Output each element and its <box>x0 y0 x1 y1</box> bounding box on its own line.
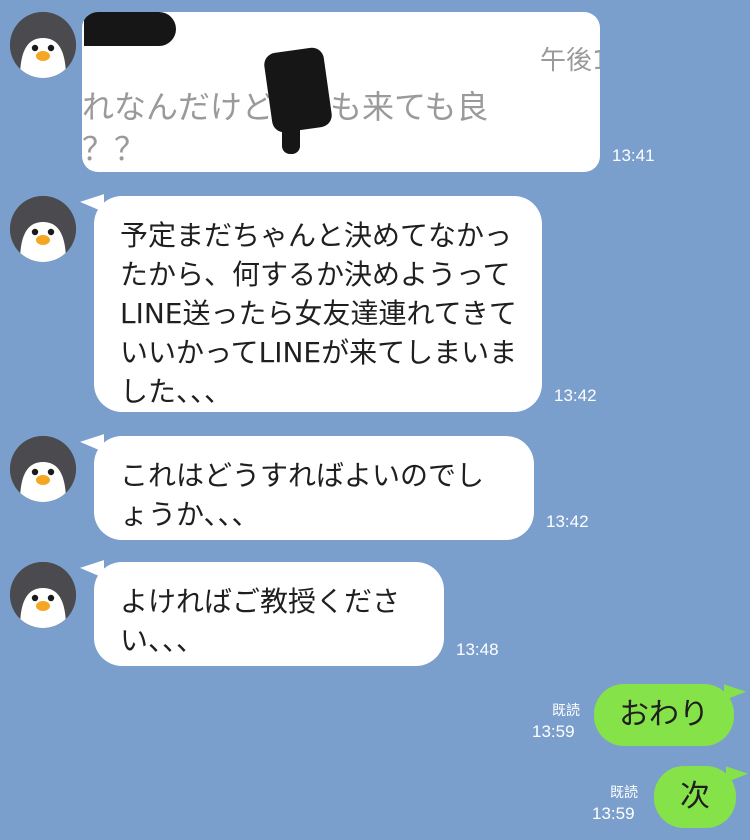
penguin-avatar-icon[interactable] <box>10 562 76 628</box>
timestamp: 13:48 <box>456 640 499 659</box>
penguin-avatar-icon[interactable] <box>10 12 76 78</box>
quoted-time: 午後1 <box>540 46 600 76</box>
redaction-mark <box>282 108 300 154</box>
message-bubble[interactable]: これはどうすればよいのでしょうか、、、 <box>94 436 534 540</box>
message-bubble[interactable]: 予定まだちゃんと決めてなかったから、何するか決めようってLINE送ったら女友達連… <box>94 196 542 412</box>
read-receipt: 既読 <box>610 784 638 800</box>
redaction-mark <box>84 12 176 46</box>
timestamp: 13:42 <box>546 512 589 531</box>
outgoing-message-bubble[interactable]: おわり <box>594 684 734 746</box>
message-text: これはどうすればよいのでしょうか、、、 <box>120 459 485 531</box>
quoted-image-message[interactable]: 午後1 れなんだけど、 も来ても良 ？？ <box>82 12 600 172</box>
quoted-line-1-suffix: も来ても良 <box>330 88 489 126</box>
timestamp: 13:59 <box>532 722 575 741</box>
read-receipt: 既読 <box>552 702 580 718</box>
timestamp: 13:42 <box>554 386 597 405</box>
message-text: 次 <box>680 779 710 814</box>
timestamp: 13:59 <box>592 804 635 823</box>
quoted-line-2: ？？ <box>82 130 147 168</box>
penguin-avatar-icon[interactable] <box>10 436 76 502</box>
outgoing-message-bubble[interactable]: 次 <box>654 766 736 828</box>
message-text: おわり <box>619 697 709 732</box>
penguin-avatar-icon[interactable] <box>10 196 76 262</box>
message-text: よければご教授ください、、、 <box>120 585 401 657</box>
message-text: 予定まだちゃんと決めてなかったから、何するか決めようってLINE送ったら女友達連… <box>120 219 518 408</box>
message-bubble[interactable]: よければご教授ください、、、 <box>94 562 444 666</box>
timestamp: 13:41 <box>612 146 655 165</box>
